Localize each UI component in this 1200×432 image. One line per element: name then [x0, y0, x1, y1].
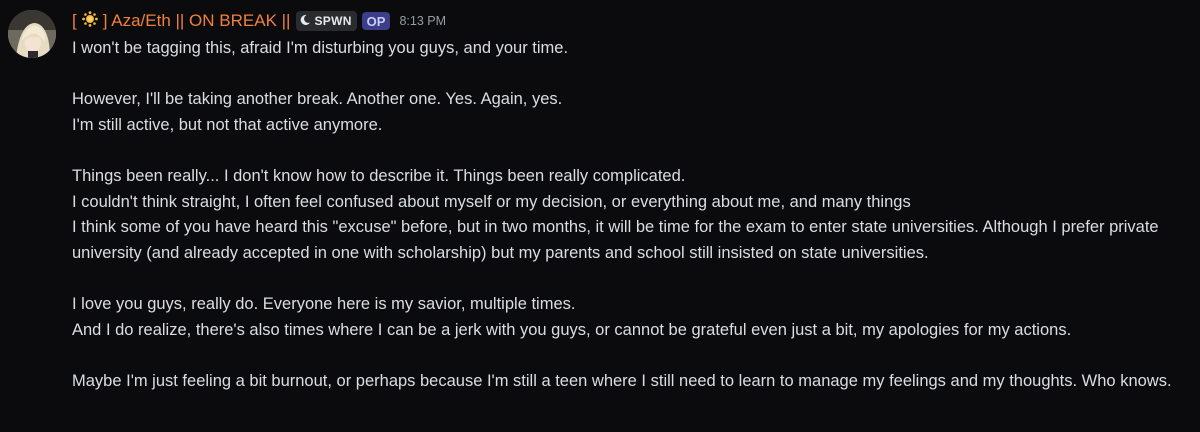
message-line: And I do realize, there's also times whe… — [72, 320, 1072, 339]
crescent-moon-icon — [299, 14, 311, 29]
anime-avatar-icon — [8, 10, 56, 58]
message-line: I'm still active, but not that active an… — [72, 115, 383, 134]
message-line: I couldn't think straight, I often feel … — [72, 192, 911, 211]
user-avatar[interactable] — [8, 10, 56, 58]
message-line: Things been really... I don't know how t… — [72, 166, 686, 185]
message-line: I won't be tagging this, afraid I'm dist… — [72, 39, 569, 57]
message-line: Maybe I'm just feeling a bit burnout, or… — [72, 371, 1172, 390]
message-line: However, I'll be taking another break. A… — [72, 90, 563, 109]
sun-icon — [81, 10, 98, 32]
server-tag-label: SPWN — [314, 14, 352, 28]
server-tag[interactable]: SPWN — [296, 11, 357, 31]
message-line: I love you guys, really do. Everyone her… — [72, 294, 576, 313]
timestamp[interactable]: 8:13 PM — [399, 14, 446, 28]
message-line: I think some of you have heard this "exc… — [72, 218, 1164, 262]
chat-message: [ ] Aza/Eth || ON BREAK || SPWN OP 8:13 … — [0, 0, 1200, 394]
author-name-text: ] Aza/Eth || ON BREAK || — [102, 11, 291, 30]
message-header: [ ] Aza/Eth || ON BREAK || SPWN OP 8:13 … — [72, 8, 1184, 34]
author-prefix: [ — [72, 11, 77, 30]
message-content: I won't be tagging this, afraid I'm dist… — [72, 36, 1184, 394]
op-badge: OP — [361, 12, 391, 30]
author-name[interactable]: [ ] Aza/Eth || ON BREAK || — [72, 10, 291, 32]
